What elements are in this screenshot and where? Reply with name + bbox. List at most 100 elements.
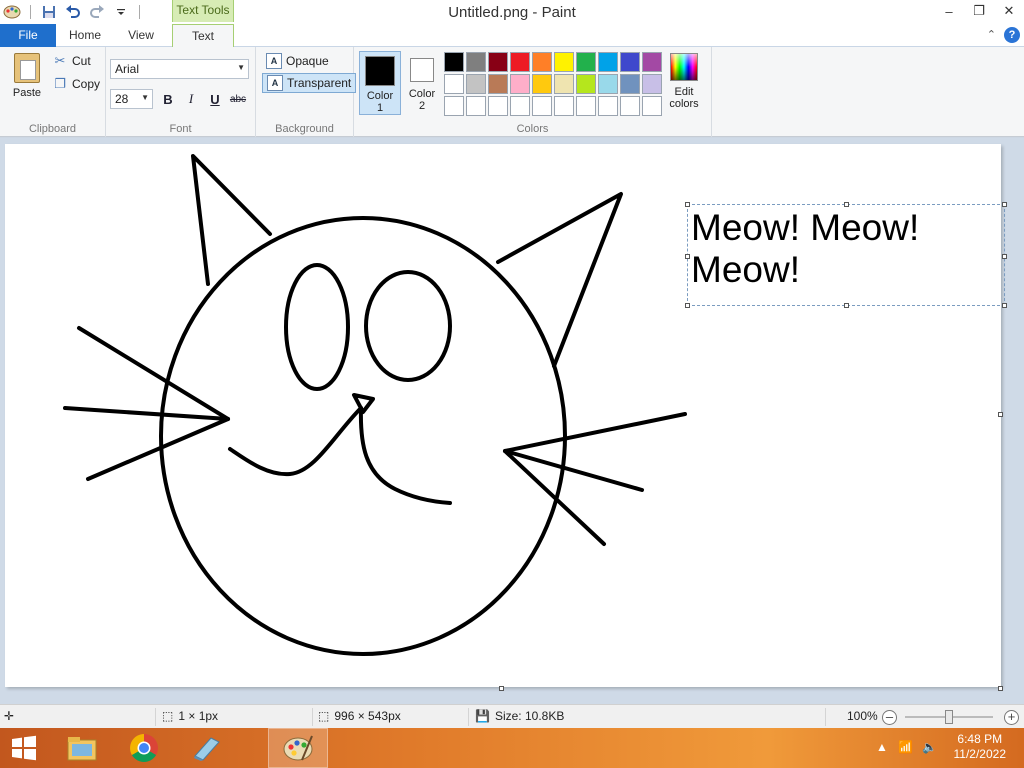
cat-left-eye: [284, 263, 350, 391]
palette-swatch[interactable]: [576, 96, 596, 116]
palette-swatch[interactable]: [466, 96, 486, 116]
palette-swatch[interactable]: [642, 96, 662, 116]
clock-date: 11/2/2022: [953, 747, 1007, 761]
palette-swatch[interactable]: [444, 74, 464, 94]
chrome-taskbar-button[interactable]: [114, 728, 174, 768]
zoom-slider-thumb[interactable]: [945, 710, 953, 724]
colors-group-label: Colors: [516, 123, 549, 135]
underline-button[interactable]: U: [205, 89, 225, 109]
palette-swatch[interactable]: [510, 74, 530, 94]
palette-swatch[interactable]: [554, 52, 574, 72]
show-hidden-icons-button[interactable]: ▲: [876, 740, 888, 754]
resize-handle-n[interactable]: [844, 202, 849, 207]
transparent-option[interactable]: A Transparent: [262, 73, 357, 93]
system-clock[interactable]: 6:48 PM 11/2/2022: [954, 732, 1007, 762]
paint-taskbar-button[interactable]: [268, 728, 328, 768]
resize-handle-e[interactable]: [1002, 254, 1007, 259]
palette-swatch[interactable]: [532, 74, 552, 94]
notepad-taskbar-button[interactable]: [176, 728, 236, 768]
opaque-icon: A: [266, 53, 282, 69]
italic-button[interactable]: I: [181, 89, 201, 109]
canvas-resize-handle-corner[interactable]: [998, 686, 1003, 691]
palette-swatch[interactable]: [642, 52, 662, 72]
canvas-resize-handle-right[interactable]: [998, 412, 1003, 417]
window-title: Untitled.png - Paint: [448, 4, 576, 21]
color1-button[interactable]: Color 1: [359, 51, 401, 115]
image-dimensions: ⬚ 996 × 543px: [318, 709, 401, 723]
resize-handle-se[interactable]: [1002, 303, 1007, 308]
tab-text[interactable]: Text: [172, 24, 234, 48]
resize-handle-s[interactable]: [844, 303, 849, 308]
paint-palette-icon: [283, 735, 313, 761]
palette-swatch[interactable]: [444, 52, 464, 72]
paste-button[interactable]: Paste: [8, 53, 46, 99]
palette-swatch[interactable]: [620, 52, 640, 72]
palette-swatch[interactable]: [488, 74, 508, 94]
tab-file[interactable]: File: [0, 24, 56, 47]
maximize-button[interactable]: ❐: [964, 0, 994, 22]
palette-swatch[interactable]: [532, 52, 552, 72]
file-size: 💾 Size: 10.8KB: [475, 709, 564, 723]
palette-swatch[interactable]: [466, 74, 486, 94]
resize-handle-sw[interactable]: [685, 303, 690, 308]
palette-swatch[interactable]: [576, 74, 596, 94]
palette-swatch[interactable]: [554, 74, 574, 94]
palette-swatch[interactable]: [488, 52, 508, 72]
drawing-canvas[interactable]: Meow! Meow! Meow!: [5, 144, 1007, 687]
disk-icon: 💾: [475, 709, 490, 723]
volume-icon[interactable]: 🔈: [922, 740, 937, 754]
font-family-select[interactable]: Arial ▼: [110, 59, 249, 79]
resize-handle-w[interactable]: [685, 254, 690, 259]
palette-swatch[interactable]: [642, 74, 662, 94]
palette-swatch[interactable]: [598, 74, 618, 94]
zoom-in-button[interactable]: +: [1004, 710, 1019, 725]
resize-handle-ne[interactable]: [1002, 202, 1007, 207]
palette-swatch[interactable]: [598, 52, 618, 72]
clipboard-group-label: Clipboard: [28, 123, 77, 135]
clipboard-group: Paste ✂ Cut ❐ Copy Clipboard: [0, 47, 106, 137]
status-separator: [312, 708, 313, 726]
opaque-label: Opaque: [286, 54, 329, 68]
color1-number: 1: [376, 102, 384, 114]
copy-icon: ❐: [54, 76, 66, 91]
palette-swatch[interactable]: [466, 52, 486, 72]
cat-right-whisker-1: [503, 412, 687, 453]
start-button[interactable]: [0, 728, 48, 768]
help-button[interactable]: ?: [1004, 27, 1020, 43]
file-explorer-taskbar-button[interactable]: [52, 728, 112, 768]
text-input-box[interactable]: Meow! Meow! Meow!: [687, 204, 1005, 306]
cut-button[interactable]: ✂ Cut: [52, 51, 91, 71]
tab-home[interactable]: Home: [60, 24, 110, 47]
cat-left-whisker-2: [63, 406, 230, 421]
network-icon[interactable]: 📶: [898, 740, 913, 754]
color2-button[interactable]: Color 2: [401, 51, 443, 115]
windows-logo-icon: [12, 735, 36, 761]
copy-button[interactable]: ❐ Copy: [52, 74, 100, 94]
palette-swatch[interactable]: [488, 96, 508, 116]
font-size-select[interactable]: 28 ▼: [110, 89, 153, 109]
palette-swatch[interactable]: [598, 96, 618, 116]
tab-view[interactable]: View: [114, 24, 168, 47]
edit-colors-button[interactable]: Edit colors: [664, 53, 704, 110]
bold-button[interactable]: B: [158, 89, 178, 109]
palette-swatch[interactable]: [576, 52, 596, 72]
status-separator: [155, 708, 156, 726]
palette-swatch[interactable]: [620, 96, 640, 116]
resize-handle-nw[interactable]: [685, 202, 690, 207]
cursor-position-icon: ✛: [4, 709, 15, 723]
minimize-button[interactable]: –: [934, 0, 964, 22]
cat-right-ear: [496, 192, 623, 368]
palette-swatch[interactable]: [444, 96, 464, 116]
palette-swatch[interactable]: [532, 96, 552, 116]
palette-swatch[interactable]: [510, 52, 530, 72]
palette-swatch[interactable]: [554, 96, 574, 116]
minimize-ribbon-icon[interactable]: ⌃: [987, 28, 996, 41]
status-separator: [825, 708, 826, 726]
strikethrough-button[interactable]: abc: [228, 89, 248, 109]
close-button[interactable]: ✕: [994, 0, 1024, 22]
opaque-option[interactable]: A Opaque: [262, 51, 333, 71]
palette-swatch[interactable]: [510, 96, 530, 116]
canvas-resize-handle-bottom[interactable]: [499, 686, 504, 691]
palette-swatch[interactable]: [620, 74, 640, 94]
zoom-out-button[interactable]: –: [882, 710, 897, 725]
